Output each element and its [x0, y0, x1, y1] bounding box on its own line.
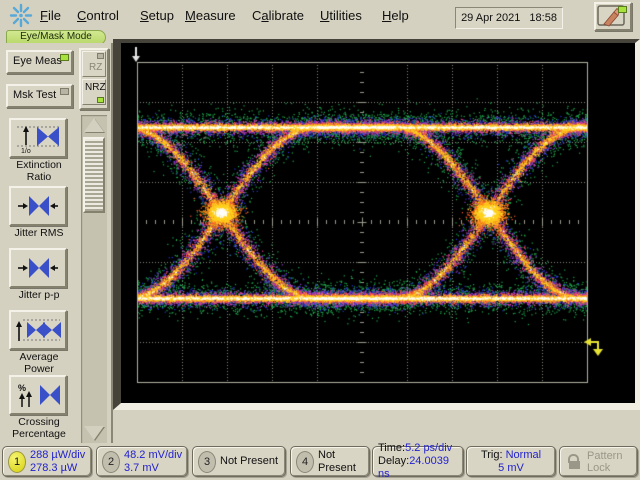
menu-setup[interactable]: Setup — [140, 8, 174, 23]
delay-label: Delay: — [378, 455, 410, 467]
channel-1-button[interactable]: 1 288 µW/div 278.3 µW — [2, 446, 92, 477]
jitter-rms-icon — [18, 196, 58, 216]
nrz-label: NRZ — [85, 82, 106, 93]
channel-3-status: Not Present — [220, 455, 279, 467]
touchscreen-toggle-button[interactable] — [594, 2, 632, 31]
triangle-down-icon — [84, 426, 104, 440]
trigger-button[interactable]: Trig: Normal 5 mV — [466, 446, 556, 477]
crossing-percentage-label: Crossing Percentage — [12, 416, 66, 440]
jitter-pp-label: Jitter p-p — [18, 289, 60, 301]
date-text: 29 Apr 2021 — [461, 12, 521, 24]
agilent-logo-icon — [9, 3, 33, 28]
touchscreen-led — [618, 6, 627, 13]
menu-file[interactable]: File — [40, 8, 61, 23]
padlock-open-icon — [568, 453, 582, 470]
scope-screen: File Control Setup Measure Calibrate Uti… — [0, 0, 640, 480]
pattern-lock-label-1: Pattern — [587, 449, 623, 462]
timebase-button[interactable]: Time:5.2 ps/div Delay:24.0039 ns — [372, 442, 464, 480]
channel-2-offset: 3.7 mV — [124, 461, 159, 474]
sidebar: Eye Meas Msk Test RZ NRZ 1/o Extinction … — [0, 43, 113, 443]
channel-3-indicator: 3 — [198, 450, 216, 473]
msk-test-led — [60, 88, 69, 95]
datetime-display: 29 Apr 2021 18:58 — [455, 7, 563, 29]
eye-meas-led — [60, 54, 69, 61]
channel-1-scale: 288 µW/div — [30, 448, 86, 461]
channel-2-scale: 48.2 mV/div — [124, 448, 183, 461]
msk-test-label: Msk Test — [13, 89, 57, 101]
jitter-rms-label: Jitter RMS — [14, 227, 64, 239]
crossing-percentage-button[interactable]: % — [9, 375, 67, 415]
pattern-lock-button[interactable]: Pattern Lock — [559, 446, 638, 477]
jitter-pp-icon — [18, 258, 58, 278]
rz-nrz-selector: RZ NRZ — [79, 48, 109, 110]
scroll-down-button[interactable] — [83, 424, 105, 442]
menu-help[interactable]: Help — [382, 8, 409, 23]
menu-calibrate[interactable]: Calibrate — [252, 8, 304, 23]
scroll-up-button[interactable] — [83, 116, 105, 134]
trig-level: 5 mV — [498, 461, 524, 474]
jitter-rms-group: Jitter RMS — [0, 186, 78, 239]
eye-meas-button[interactable]: Eye Meas — [6, 50, 73, 74]
eye-meas-label: Eye Meas — [13, 55, 62, 67]
msk-test-button[interactable]: Msk Test — [6, 84, 73, 108]
channel-1-offset: 278.3 µW — [30, 461, 78, 474]
triangle-up-icon — [84, 118, 104, 132]
jitter-rms-button[interactable] — [9, 186, 67, 226]
menu-control[interactable]: Control — [77, 8, 119, 23]
menu-bar: File Control Setup Measure Calibrate Uti… — [0, 0, 640, 31]
svg-text:1/o: 1/o — [21, 148, 31, 154]
average-power-button[interactable] — [9, 310, 67, 350]
average-power-group: Average Power — [0, 310, 78, 375]
crossing-percentage-group: % Crossing Percentage — [0, 375, 78, 440]
channel-2-button[interactable]: 2 48.2 mV/div 3.7 mV — [96, 446, 188, 477]
sidebar-scrollbar — [81, 115, 107, 443]
nrz-led — [97, 97, 104, 103]
svg-text:%: % — [18, 383, 26, 393]
trig-label: Trig: — [480, 448, 506, 461]
crossing-percentage-icon: % — [18, 383, 60, 407]
channel-3-button[interactable]: 3 Not Present — [192, 446, 286, 477]
status-bar: 1 288 µW/div 278.3 µW 2 48.2 mV/div 3.7 … — [0, 442, 640, 480]
rz-button[interactable]: RZ — [82, 51, 106, 77]
pattern-lock-label-2: Lock — [587, 461, 611, 474]
channel-4-status: Not Present — [318, 448, 356, 474]
rz-label: RZ — [89, 62, 103, 73]
extinction-ratio-icon: 1/o — [17, 126, 59, 154]
extinction-ratio-button[interactable]: 1/o — [9, 118, 67, 158]
eye-diagram-canvas — [121, 43, 635, 403]
extinction-ratio-label: Extinction Ratio — [16, 159, 62, 183]
rz-led — [97, 53, 104, 59]
channel-4-indicator: 4 — [296, 450, 314, 473]
scroll-thumb[interactable] — [83, 137, 105, 213]
waveform-display — [113, 39, 640, 410]
time-label: Time: — [378, 442, 406, 454]
nrz-button[interactable]: NRZ — [82, 79, 106, 105]
extinction-ratio-group: 1/o Extinction Ratio — [0, 118, 78, 183]
time-text: 18:58 — [529, 12, 557, 24]
jitter-pp-group: Jitter p-p — [0, 248, 78, 301]
trig-mode: Normal — [505, 448, 542, 461]
average-power-icon — [16, 319, 61, 341]
channel-1-indicator: 1 — [8, 450, 26, 473]
menu-measure[interactable]: Measure — [185, 8, 236, 23]
menu-utilities[interactable]: Utilities — [320, 8, 362, 23]
jitter-pp-button[interactable] — [9, 248, 67, 288]
average-power-label: Average Power — [19, 351, 59, 375]
time-value: 5.2 ps/div — [405, 442, 453, 454]
channel-2-indicator: 2 — [102, 450, 120, 473]
channel-4-button[interactable]: 4 Not Present — [290, 446, 370, 477]
